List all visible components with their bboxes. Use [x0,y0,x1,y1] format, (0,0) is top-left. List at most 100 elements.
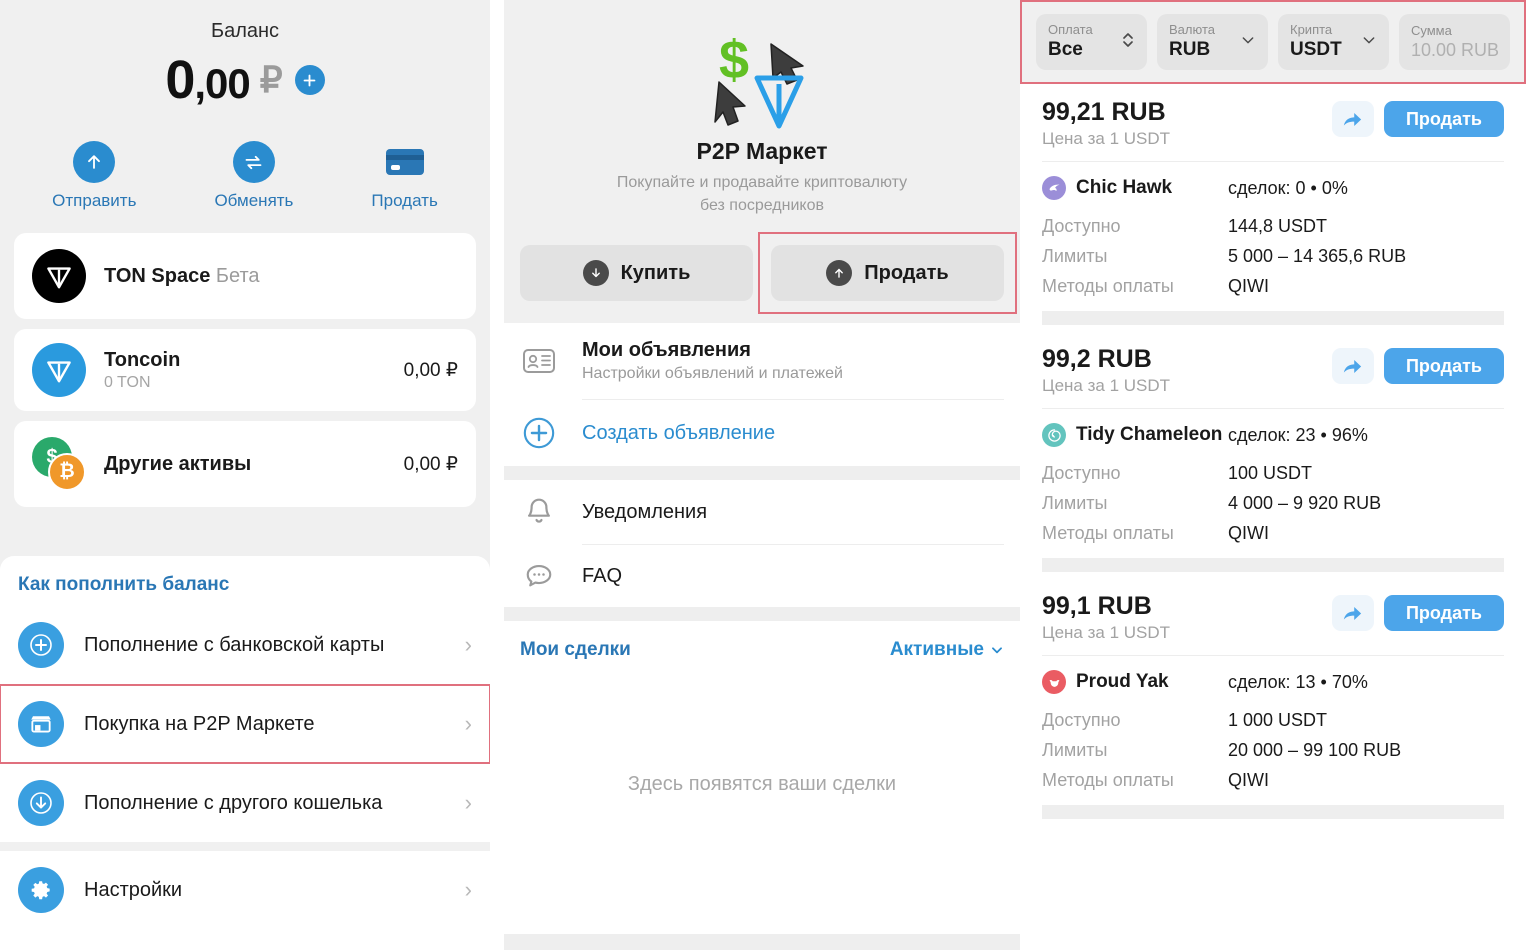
menu-texts: FAQ [582,565,1004,588]
avatar [1042,176,1066,200]
p2p-buy-sell-buttons: Купить Продать [520,232,1017,315]
trader-row: Chic Hawk сделок: 0 • 0% [1042,176,1504,200]
chevron-right-icon: › [464,711,472,736]
balance-label: Баланс [210,20,280,42]
plus-outline-icon [520,416,558,450]
deals-filter-label: Активные [889,639,984,661]
filter-crypto[interactable]: Крипта USDT [1278,14,1389,70]
filter-payment[interactable]: Оплата Все [1036,14,1147,70]
avatar [1042,670,1066,694]
menu-item-faq[interactable]: FAQ [520,545,1004,607]
p2p-subtitle: Покупайте и продавайте криптовалюту без … [520,171,1004,217]
dual-coin-icon: $ ₿ [32,437,86,491]
available-value: 1 000 USDT [1228,710,1328,730]
filter-currency[interactable]: Валюта RUB [1157,14,1268,70]
p2p-market-illustration: $ [520,24,1004,132]
action-send[interactable]: Отправить [52,141,136,211]
section-gap [504,607,1020,622]
buy-button[interactable]: Купить [520,245,753,302]
menu-item-create-ad[interactable]: Создать объявление [520,400,1004,466]
avatar [1042,423,1066,447]
chevron-down-icon [1240,32,1256,53]
swap-icon [232,141,275,183]
asset-card-toncoin[interactable]: Toncoin 0 TON 0,00 ₽ [14,329,476,411]
offer-price-block: 99,21 RUB Цена за 1 USDT [1042,98,1332,149]
asset-title: Другие активы [104,452,252,475]
divider [1042,161,1504,162]
howto-label: Покупка на P2P Маркете [84,712,315,735]
sell-button-highlight: Продать [758,232,1017,315]
action-sell[interactable]: Продать [371,141,438,211]
offer-sell-button[interactable]: Продать [1383,101,1504,137]
balance-decimals: ,00 [194,60,250,107]
asset-value: 0,00 ₽ [403,453,458,475]
filter-amount[interactable]: Сумма 10.00 RUB [1399,14,1510,70]
available-value: 144,8 USDT [1228,216,1328,236]
offer-card[interactable]: 99,1 RUB Цена за 1 USDT Продать Proud Ya… [1020,578,1526,825]
share-icon[interactable] [1331,101,1374,137]
offer-sell-button[interactable]: Продать [1383,595,1504,631]
share-icon[interactable] [1331,348,1374,384]
add-funds-icon[interactable] [294,65,325,95]
offer-price-block: 99,1 RUB Цена за 1 USDT [1042,592,1332,643]
menu-item-my-ads[interactable]: Мои объявления Настройки объявлений и пл… [520,323,1004,399]
offer-header: 99,21 RUB Цена за 1 USDT Продать [1042,98,1504,149]
offer-price-sub: Цена за 1 USDT [1042,623,1171,642]
offer-methods-row: Методы оплаты QIWI [1042,523,1504,544]
howto-item-p2p-market[interactable]: Покупка на P2P Маркете › [0,684,490,764]
offer-price-sub: Цена за 1 USDT [1042,129,1171,148]
offer-actions: Продать [1331,98,1504,137]
menu-title: FAQ [582,564,623,587]
asset-card-other[interactable]: $ ₿ Другие активы 0,00 ₽ [14,421,476,507]
howto-item-settings[interactable]: Настройки › [0,851,490,929]
asset-title: Toncoin [104,348,181,371]
limits-label: Лимиты [1042,740,1108,760]
filter-value: RUB [1169,39,1211,61]
menu-texts: Уведомления [582,501,1004,524]
howto-title: Как пополнить баланс [18,574,230,595]
howto-label: Пополнение с банковской карты [84,633,385,656]
asset-subtitle: 0 TON [104,373,151,391]
action-sell-label: Продать [371,191,438,210]
offer-price-sub: Цена за 1 USDT [1042,376,1171,395]
offer-available-row: Доступно 100 USDT [1042,463,1504,484]
amount-input[interactable]: 10.00 RUB [1411,39,1499,62]
section-gap [0,842,490,851]
asset-card-ton-space[interactable]: TON Space Бета [14,233,476,319]
chevron-right-icon: › [464,877,472,902]
id-card-icon [520,347,558,375]
menu-texts: Мои объявления Настройки объявлений и пл… [582,339,1004,383]
chevron-down-icon [1361,32,1377,53]
deals-filter-dropdown[interactable]: Активные [890,639,1004,661]
trader-name: Tidy Chameleon [1076,424,1223,445]
asset-value: 0,00 ₽ [403,359,458,381]
menu-item-notifications[interactable]: Уведомления [520,480,1004,544]
gear-icon [18,867,64,913]
chevron-right-icon: › [464,632,472,657]
offer-price-block: 99,2 RUB Цена за 1 USDT [1042,345,1332,396]
offer-sell-button[interactable]: Продать [1383,348,1504,384]
available-value: 100 USDT [1228,463,1313,483]
deals-empty-state: Здесь появятся ваши сделки [627,773,897,796]
asset-title: TON Space Бета [104,265,458,288]
balance-row: 0,00 ₽ [0,49,490,111]
offer-card[interactable]: 99,2 RUB Цена за 1 USDT Продать Tidy Cha… [1020,331,1526,578]
action-exchange[interactable]: Обменять [214,141,293,211]
howto-item-other-wallet[interactable]: Пополнение с другого кошелька › [0,764,490,842]
ton-black-icon [32,249,86,303]
arrow-down-icon [18,780,64,826]
ruble-symbol: ₽ [259,59,283,100]
asset-texts: Toncoin 0 TON [104,349,386,392]
shop-icon [18,701,64,747]
p2p-menu-primary: Мои объявления Настройки объявлений и пл… [504,323,1020,467]
sell-button[interactable]: Продать [771,245,1004,302]
offer-card[interactable]: 99,21 RUB Цена за 1 USDT Продать Chic Ha… [1020,84,1526,331]
howto-label: Пополнение с другого кошелька [84,791,383,814]
howto-item-bank-card[interactable]: Пополнение с банковской карты › [0,606,490,684]
offers-panel: Оплата Все Валюта RUB Крипта USDT Сумма … [1020,0,1526,950]
offer-actions: Продать [1331,345,1504,384]
offer-available-row: Доступно 144,8 USDT [1042,216,1504,237]
p2p-menu-secondary: Уведомления FAQ [504,480,1020,608]
offer-methods-row: Методы оплаты QIWI [1042,770,1504,791]
share-icon[interactable] [1331,595,1374,631]
